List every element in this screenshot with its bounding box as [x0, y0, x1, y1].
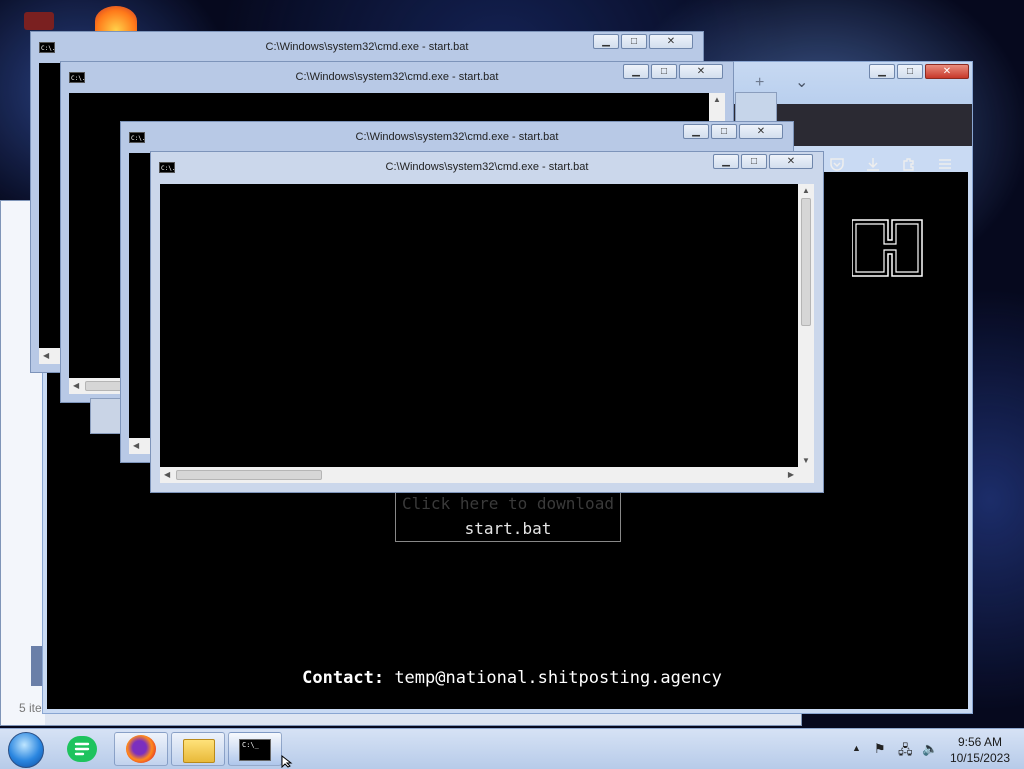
taskbar: C:\_ ▲ ⚑ 🖧 🔈 9:56 AM 10/15/2023 — [0, 728, 1024, 769]
cmd-window-active[interactable]: C:\. C:\Windows\system32\cmd.exe - start… — [150, 151, 824, 493]
close-button[interactable]: ✕ — [679, 64, 723, 79]
maximize-button[interactable]: □ — [897, 64, 923, 79]
scroll-right-icon[interactable]: ▶ — [788, 470, 794, 479]
cmd-caption-buttons: ▁ □ ✕ — [623, 64, 723, 79]
taskbar-firefox[interactable] — [114, 732, 168, 766]
explorer-status-text: 5 ite — [19, 701, 42, 715]
firefox-caption-buttons: ▁ □ ✕ — [869, 64, 969, 79]
start-button[interactable] — [8, 732, 44, 768]
clock-date: 10/15/2023 — [949, 751, 1010, 765]
mouse-cursor-icon — [281, 755, 293, 768]
action-center-flag-icon[interactable]: ⚑ — [874, 741, 886, 757]
scroll-left-icon[interactable]: ◀ — [133, 441, 139, 450]
show-hidden-icons-icon[interactable]: ▲ — [852, 743, 861, 753]
contact-label: Contact: — [302, 668, 385, 688]
download-link-text: Click here to download — [402, 494, 614, 513]
download-filename: start.bat — [464, 519, 552, 538]
scroll-up-icon[interactable]: ▲ — [713, 95, 721, 104]
cmd-caption-buttons: ▁ □ ✕ — [713, 154, 813, 169]
console-output[interactable]: ▲ ▼ ◀ ▶ — [160, 184, 814, 483]
clock-time: 9:56 AM — [957, 735, 1002, 749]
close-button[interactable]: ✕ — [739, 124, 783, 139]
close-button[interactable]: ✕ — [769, 154, 813, 169]
minimize-button[interactable]: ▁ — [683, 124, 709, 139]
cmd-caption-buttons: ▁ □ ✕ — [593, 34, 693, 49]
scroll-thumb[interactable] — [801, 198, 811, 326]
clock[interactable]: 9:56 AM 10/15/2023 — [950, 734, 1010, 766]
folder-icon — [183, 739, 215, 763]
close-button[interactable]: ✕ — [925, 64, 969, 79]
list-tabs-icon[interactable]: ⌄ — [795, 72, 808, 92]
notes-app-icon[interactable] — [67, 736, 97, 762]
download-link[interactable]: Click here to download start.bat — [395, 490, 621, 542]
firefox-icon — [126, 735, 156, 763]
maximize-button[interactable]: □ — [621, 34, 647, 49]
close-button[interactable]: ✕ — [649, 34, 693, 49]
contact-line: Contact: temp@national.shitposting.agenc… — [0, 668, 1024, 688]
scroll-down-icon[interactable]: ▼ — [802, 456, 810, 465]
desktop-icon-partial[interactable] — [24, 12, 54, 30]
minimize-button[interactable]: ▁ — [593, 34, 619, 49]
network-icon[interactable]: 🖧 — [898, 741, 913, 763]
maximize-button[interactable]: □ — [651, 64, 677, 79]
taskbar-cmd[interactable]: C:\_ — [228, 732, 282, 766]
scroll-thumb[interactable] — [85, 381, 125, 391]
minimize-button[interactable]: ▁ — [869, 64, 895, 79]
cmd-taskbar-icon: C:\_ — [239, 739, 271, 761]
scroll-left-icon[interactable]: ◀ — [164, 470, 170, 479]
taskbar-file-explorer[interactable] — [171, 732, 225, 766]
volume-icon[interactable]: 🔈 — [922, 741, 938, 757]
contact-email[interactable]: temp@national.shitposting.agency — [394, 668, 722, 688]
hidden-window-caption — [735, 92, 777, 124]
maximize-button[interactable]: □ — [711, 124, 737, 139]
cmd-caption-buttons: ▁ □ ✕ — [683, 124, 783, 139]
horizontal-scrollbar[interactable]: ◀ ▶ — [160, 467, 814, 483]
new-tab-icon[interactable]: + — [755, 74, 764, 92]
maximize-button[interactable]: □ — [741, 154, 767, 169]
scroll-left-icon[interactable]: ◀ — [73, 381, 79, 390]
scroll-up-icon[interactable]: ▲ — [802, 186, 810, 195]
minimize-button[interactable]: ▁ — [623, 64, 649, 79]
minimize-button[interactable]: ▁ — [713, 154, 739, 169]
vertical-scrollbar[interactable]: ▲ ▼ — [798, 184, 814, 467]
site-logo — [852, 219, 923, 277]
scroll-left-icon[interactable]: ◀ — [43, 351, 49, 360]
scroll-thumb[interactable] — [176, 470, 322, 480]
